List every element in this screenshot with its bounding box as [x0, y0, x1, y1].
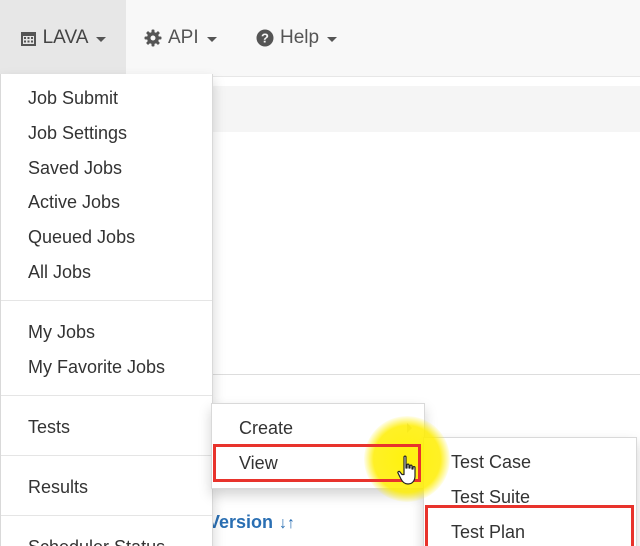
- nav-api-label: API: [168, 27, 199, 48]
- menu-divider: [1, 395, 212, 396]
- page-divider: [212, 374, 640, 375]
- question-circle-icon: ?: [256, 29, 274, 47]
- nav-help-dropdown[interactable]: ? Help: [256, 0, 338, 76]
- submenu-item-test-case[interactable]: Test Case: [424, 446, 636, 478]
- menu-item-scheduler-status[interactable]: Scheduler Status: [1, 531, 212, 546]
- submenu-item-create-label: Create: [239, 418, 294, 438]
- menu-item-saved-jobs[interactable]: Saved Jobs: [1, 152, 212, 184]
- nav-lava-dropdown[interactable]: LAVA: [0, 0, 126, 76]
- menu-item-queued-jobs[interactable]: Queued Jobs: [1, 221, 212, 253]
- menu-item-job-submit[interactable]: Job Submit: [1, 82, 212, 114]
- menu-item-active-jobs[interactable]: Active Jobs: [1, 186, 212, 218]
- menu-item-my-favorite-jobs[interactable]: My Favorite Jobs: [1, 351, 212, 383]
- chevron-right-icon: [407, 423, 412, 433]
- tests-submenu: Create View: [211, 403, 425, 489]
- submenu-item-view[interactable]: View: [212, 447, 424, 479]
- view-submenu: Test Case Test Suite Test Plan: [423, 437, 637, 546]
- page-toolbar: [212, 86, 640, 132]
- gear-icon: [144, 29, 162, 47]
- lava-dropdown-menu: Job Submit Job Settings Saved Jobs Activ…: [0, 74, 213, 546]
- nav-help-label: Help: [280, 27, 320, 48]
- menu-item-job-settings[interactable]: Job Settings: [1, 117, 212, 149]
- table-column-header[interactable]: Version ↓↑: [208, 512, 295, 533]
- menu-divider: [1, 515, 212, 516]
- submenu-item-create[interactable]: Create: [212, 412, 424, 444]
- menu-divider: [1, 455, 212, 456]
- svg-text:?: ?: [261, 31, 269, 46]
- menu-item-results[interactable]: Results: [1, 471, 212, 503]
- calendar-icon: [20, 30, 37, 47]
- submenu-item-test-plan[interactable]: Test Plan: [424, 516, 636, 546]
- screen: LAVA API ? Help Version ↓↑ Job Submit Jo…: [0, 0, 640, 546]
- nav-lava-label: LAVA: [42, 27, 89, 48]
- chevron-down-icon: [206, 36, 217, 42]
- menu-item-tests[interactable]: Tests: [1, 411, 212, 443]
- menu-item-my-jobs[interactable]: My Jobs: [1, 316, 212, 348]
- column-header-label: Version: [208, 512, 274, 532]
- top-navbar: LAVA API ? Help: [0, 0, 640, 77]
- chevron-down-icon: [327, 36, 338, 42]
- menu-divider: [1, 300, 212, 301]
- menu-item-all-jobs[interactable]: All Jobs: [1, 256, 212, 288]
- sort-icon: ↓↑: [279, 515, 296, 532]
- submenu-item-test-suite[interactable]: Test Suite: [424, 481, 636, 513]
- chevron-down-icon: [96, 36, 107, 42]
- nav-api-dropdown[interactable]: API: [144, 0, 217, 76]
